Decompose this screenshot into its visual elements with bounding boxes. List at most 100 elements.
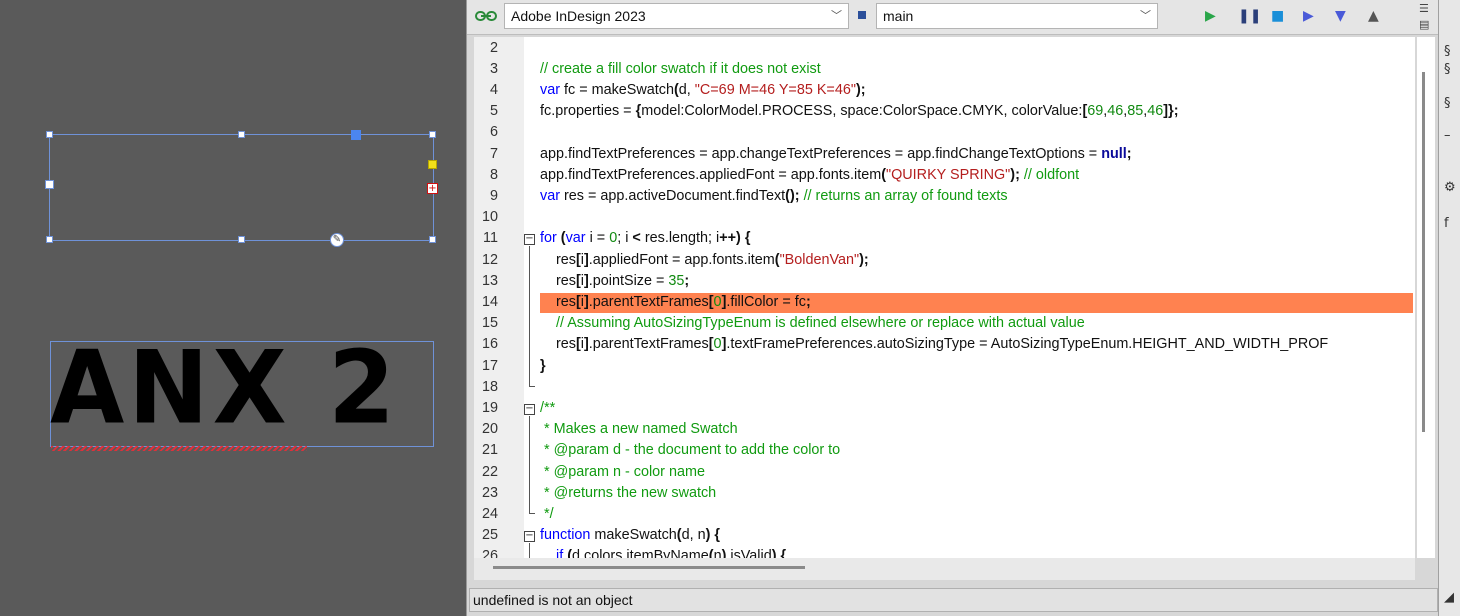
run-icon[interactable]: ▶ bbox=[1205, 8, 1216, 24]
line-number: 20 bbox=[481, 421, 498, 438]
code-line[interactable]: 4 var fc = makeSwatch(d, "C=69 M=46 Y=85 … bbox=[474, 80, 1415, 101]
line-number: 17 bbox=[481, 357, 498, 374]
frame-text: ANX 2 bbox=[50, 329, 399, 447]
engine-value: main bbox=[883, 8, 914, 24]
frame-handle-top-center[interactable] bbox=[238, 131, 245, 138]
code-line[interactable]: 14 res[i].parentTextFrames[0].fillColor … bbox=[474, 292, 1415, 313]
live-corner-handle[interactable] bbox=[428, 160, 437, 169]
code-line[interactable]: 2 bbox=[474, 38, 1415, 59]
code-line[interactable]: 25 function makeSwatch(d, n) { bbox=[474, 525, 1415, 546]
pause-icon[interactable]: ❚❚ bbox=[1238, 8, 1261, 24]
fold-line bbox=[529, 416, 530, 513]
engine-select[interactable]: main ﹀ bbox=[876, 3, 1158, 29]
overset-text-icon[interactable]: + bbox=[427, 183, 438, 194]
line-number: 11 bbox=[483, 230, 498, 247]
fold-end bbox=[529, 386, 535, 387]
tool-icon[interactable]: – bbox=[1444, 128, 1451, 143]
line-number: 15 bbox=[481, 315, 498, 332]
code-line[interactable]: 22 * @param n - color name bbox=[474, 462, 1415, 483]
content-grabber-icon[interactable]: ✎ bbox=[330, 233, 344, 247]
frame-in-port[interactable] bbox=[351, 130, 361, 140]
panel-options-icon[interactable]: ▤ bbox=[1419, 18, 1429, 31]
code-line[interactable]: 7 app.findTextPreferences = app.changeTex… bbox=[474, 144, 1415, 165]
code-text: fc.properties = {model:ColorModel.PROCES… bbox=[540, 103, 1179, 120]
panel-menu-icon[interactable]: ☰ bbox=[1419, 2, 1429, 15]
code-text: app.findTextPreferences.appliedFont = ap… bbox=[540, 166, 1080, 183]
engine-icon bbox=[858, 11, 866, 19]
fold-line bbox=[529, 543, 530, 558]
corner-icon[interactable]: ◢ bbox=[1444, 590, 1454, 605]
frame-handle-top-right[interactable] bbox=[429, 131, 436, 138]
code-text: app.findTextPreferences = app.changeText… bbox=[540, 145, 1132, 162]
line-number: 14 bbox=[481, 293, 498, 310]
line-number: 16 bbox=[481, 336, 498, 353]
line-number: 3 bbox=[489, 60, 498, 77]
frame-handle-middle-left[interactable] bbox=[45, 180, 54, 189]
target-app-select[interactable]: Adobe InDesign 2023 ﹀ bbox=[504, 3, 849, 29]
code-text: res[i].pointSize = 35; bbox=[540, 272, 690, 289]
line-number: 2 bbox=[489, 39, 498, 56]
vertical-scroll-thumb[interactable] bbox=[1422, 72, 1425, 432]
code-text: /** bbox=[540, 399, 556, 416]
code-line[interactable]: 15 // Assuming AutoSizingTypeEnum is def… bbox=[474, 313, 1415, 334]
code-line[interactable]: 12 res[i].appliedFont = app.fonts.item("… bbox=[474, 250, 1415, 271]
line-number: 5 bbox=[489, 103, 498, 120]
chevron-down-icon: ﹀ bbox=[1140, 10, 1151, 22]
code-text: * @param d - the document to add the col… bbox=[540, 442, 841, 459]
frame-handle-bottom-right[interactable] bbox=[429, 236, 436, 243]
code-line[interactable]: 13 res[i].pointSize = 35; bbox=[474, 271, 1415, 292]
line-number: 4 bbox=[489, 81, 498, 98]
code-line[interactable]: 11 for (var i = 0; i < res.length; i++) { bbox=[474, 228, 1415, 249]
step-over-icon[interactable]: ▶ bbox=[1303, 8, 1314, 24]
code-text: res[i].parentTextFrames[0].fillColor = f… bbox=[540, 293, 811, 310]
horizontal-scrollbar[interactable] bbox=[474, 558, 1415, 580]
fold-toggle-function[interactable]: − bbox=[524, 531, 535, 542]
line-number: 13 bbox=[481, 272, 498, 289]
code-line[interactable]: 10 bbox=[474, 207, 1415, 228]
line-number: 21 bbox=[481, 442, 498, 459]
step-out-icon[interactable]: ▲ bbox=[1368, 8, 1379, 24]
code-line[interactable]: 26 if (d.colors.itemByName(n).isValid) { bbox=[474, 546, 1415, 558]
line-number: 8 bbox=[489, 166, 498, 183]
line-number: 24 bbox=[481, 505, 498, 522]
line-number: 18 bbox=[481, 378, 498, 395]
code-line[interactable]: 16 res[i].parentTextFrames[0].textFrameP… bbox=[474, 334, 1415, 355]
gear-icon[interactable]: ⚙ bbox=[1444, 180, 1456, 195]
tool-icon[interactable]: § bbox=[1444, 96, 1451, 111]
code-line[interactable]: 6 bbox=[474, 122, 1415, 143]
code-line[interactable]: 18 bbox=[474, 377, 1415, 398]
selected-text-frame[interactable] bbox=[49, 134, 434, 241]
fold-toggle-for[interactable]: − bbox=[524, 234, 535, 245]
stop-icon[interactable]: ■ bbox=[1271, 8, 1284, 24]
code-line[interactable]: 8 app.findTextPreferences.appliedFont = a… bbox=[474, 165, 1415, 186]
step-into-icon[interactable]: ▼ bbox=[1335, 8, 1346, 24]
script-editor-window: Adobe InDesign 2023 ﹀ main ﹀ ▶ ❚❚ ■ ▶ ▼ … bbox=[466, 0, 1460, 616]
fold-line bbox=[529, 246, 530, 386]
code-line[interactable]: 23 * @returns the new swatch bbox=[474, 483, 1415, 504]
horizontal-scroll-thumb[interactable] bbox=[493, 566, 805, 569]
code-line[interactable]: 17} bbox=[474, 356, 1415, 377]
tool-icon[interactable]: f bbox=[1444, 216, 1449, 231]
document-canvas[interactable]: + ✎ ANX 2 bbox=[0, 0, 466, 616]
code-line[interactable]: 19 /** bbox=[474, 398, 1415, 419]
code-line[interactable]: 3 // create a fill color swatch if it doe… bbox=[474, 59, 1415, 80]
tool-icon[interactable]: § bbox=[1444, 44, 1451, 59]
code-text: * @param n - color name bbox=[540, 463, 705, 480]
code-line[interactable]: 24 */ bbox=[474, 504, 1415, 525]
tool-icon[interactable]: § bbox=[1444, 62, 1451, 77]
code-line[interactable]: 20 * Makes a new named Swatch bbox=[474, 419, 1415, 440]
code-editor[interactable]: 2 3// create a fill color swatch if it do… bbox=[474, 37, 1415, 558]
code-text: */ bbox=[540, 505, 554, 522]
link-icon[interactable] bbox=[475, 10, 497, 22]
code-line[interactable]: 5 fc.properties = {model:ColorModel.PROCE… bbox=[474, 101, 1415, 122]
vertical-scrollbar[interactable] bbox=[1417, 37, 1435, 558]
fold-end bbox=[529, 513, 535, 514]
frame-handle-bottom-center[interactable] bbox=[238, 236, 245, 243]
code-line[interactable]: 21 * @param d - the document to add the … bbox=[474, 440, 1415, 461]
code-line[interactable]: 9 var res = app.activeDocument.findText()… bbox=[474, 186, 1415, 207]
frame-handle-top-left[interactable] bbox=[46, 131, 53, 138]
code-text: } bbox=[540, 357, 546, 374]
frame-handle-bottom-left[interactable] bbox=[46, 236, 53, 243]
line-number: 9 bbox=[489, 187, 498, 204]
fold-toggle-comment[interactable]: − bbox=[524, 404, 535, 415]
